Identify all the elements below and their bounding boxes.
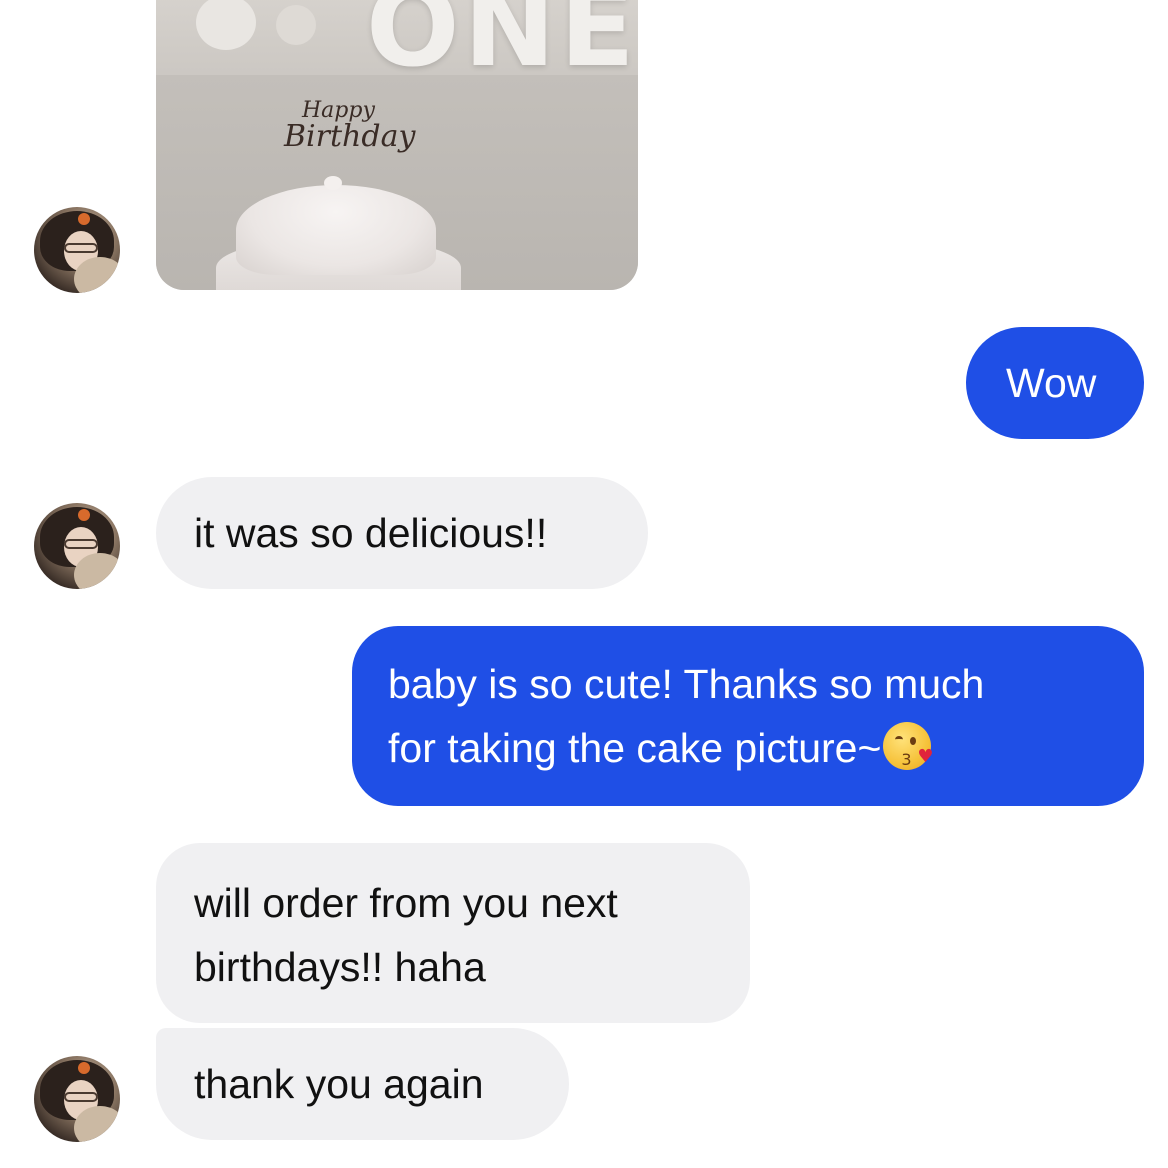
photo-one-letters: ONE bbox=[366, 0, 638, 91]
balloon-shape bbox=[276, 5, 316, 45]
contact-avatar[interactable] bbox=[34, 1056, 120, 1142]
topper-birthday-text: Birthday bbox=[284, 119, 416, 154]
contact-avatar[interactable] bbox=[34, 207, 120, 293]
message-text-line: baby is so cute! Thanks so much bbox=[388, 661, 985, 707]
cake-photo-message[interactable]: ONE Happy Birthday bbox=[156, 0, 638, 290]
message-text-line: will order from you next bbox=[194, 880, 618, 926]
contact-avatar[interactable] bbox=[34, 503, 120, 589]
chat-thread: ONE Happy Birthday Wow it was so delicio… bbox=[0, 0, 1168, 1168]
message-text: Wow bbox=[1006, 360, 1097, 406]
outgoing-message-bubble[interactable]: baby is so cute! Thanks so much for taki… bbox=[352, 626, 1144, 806]
message-text: thank you again bbox=[194, 1061, 484, 1107]
cake-decoration bbox=[324, 176, 342, 190]
incoming-message-bubble[interactable]: it was so delicious!! bbox=[156, 477, 648, 589]
balloon-shape bbox=[196, 0, 256, 50]
kissing-face-heart-icon: 3 ♥ bbox=[883, 722, 934, 770]
message-text: it was so delicious!! bbox=[194, 510, 548, 556]
message-text-line: birthdays!! haha bbox=[194, 944, 486, 990]
outgoing-message-bubble[interactable]: Wow bbox=[966, 327, 1144, 439]
incoming-message-bubble[interactable]: thank you again bbox=[156, 1028, 569, 1140]
cake-top bbox=[236, 185, 436, 275]
incoming-message-bubble[interactable]: will order from you next birthdays!! hah… bbox=[156, 843, 750, 1023]
cake-topper: Happy Birthday bbox=[284, 100, 415, 152]
message-text-line: for taking the cake picture~ 3 ♥ bbox=[388, 716, 1144, 780]
